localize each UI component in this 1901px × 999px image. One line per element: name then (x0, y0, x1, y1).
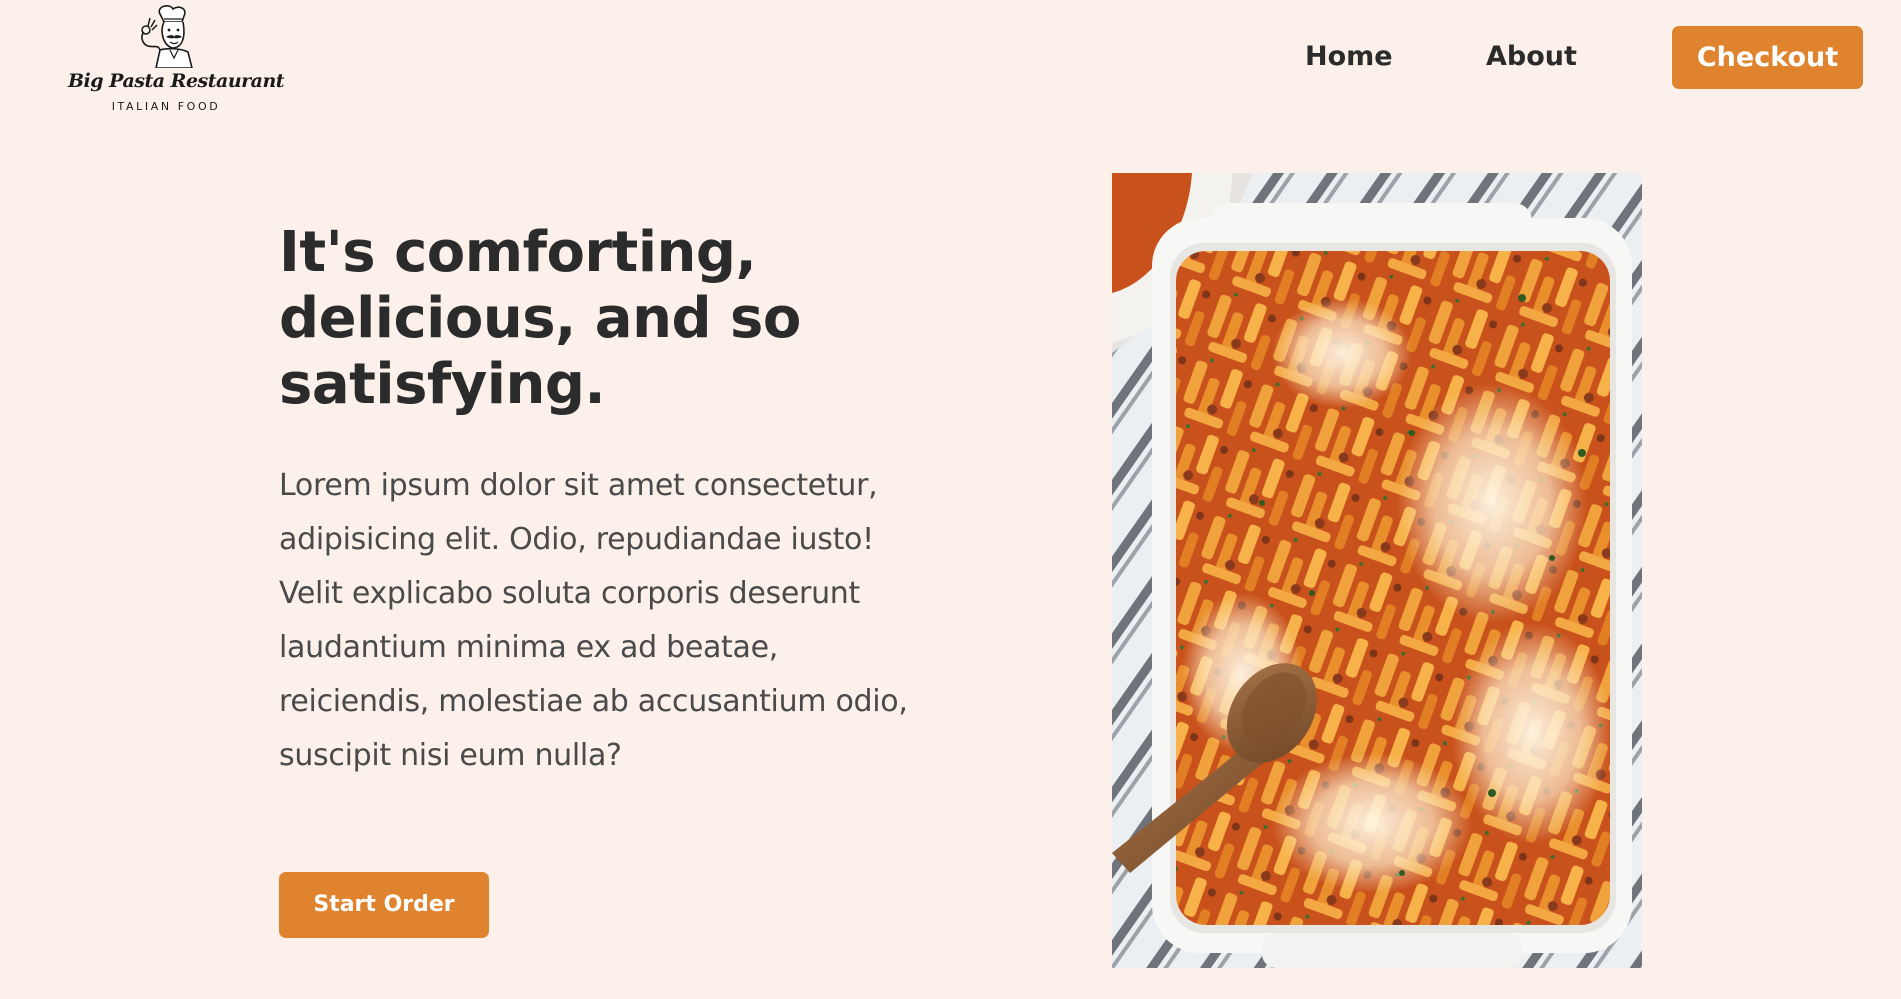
logo-brand-name: Big Pasta Restaurant (68, 70, 285, 92)
chef-icon (130, 4, 206, 69)
logo[interactable]: Big Pasta Restaurant ITALIAN FOOD (68, 4, 285, 113)
checkout-button[interactable]: Checkout (1672, 26, 1863, 89)
logo-tagline: ITALIAN FOOD (111, 100, 221, 113)
hero-description: Lorem ipsum dolor sit amet consectetur, … (279, 468, 908, 773)
landing-page: Big Pasta Restaurant ITALIAN FOOD Home A… (0, 0, 1901, 999)
baked-pasta-photo (1112, 173, 1642, 968)
hero-title: It's comforting, delicious, and so satis… (279, 220, 801, 417)
nav-about-link[interactable]: About (1486, 38, 1577, 76)
start-order-button[interactable]: Start Order (279, 872, 489, 938)
nav-home-link[interactable]: Home (1305, 38, 1393, 76)
